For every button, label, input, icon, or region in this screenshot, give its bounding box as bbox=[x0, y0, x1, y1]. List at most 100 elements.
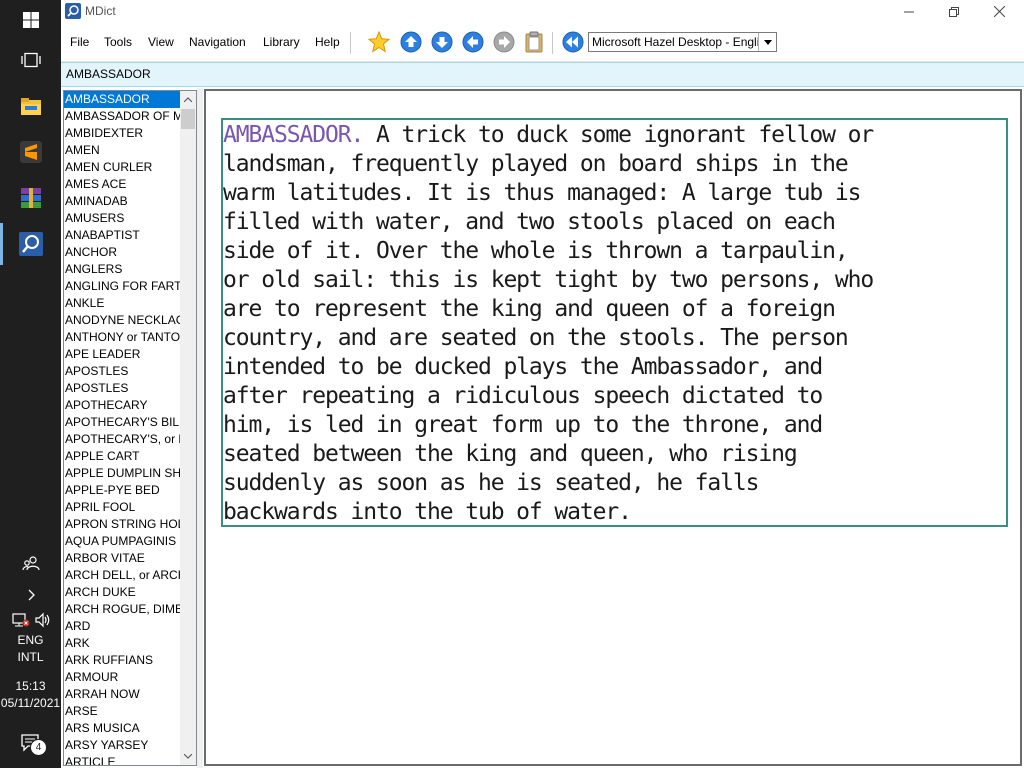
menu-tools[interactable]: Tools bbox=[104, 35, 132, 49]
sublime-text-icon bbox=[19, 141, 42, 163]
arrow-up-icon bbox=[400, 31, 422, 53]
network-icon[interactable] bbox=[12, 612, 30, 628]
word-list-item[interactable]: ARCH DUKE bbox=[64, 584, 180, 601]
chevron-down-icon bbox=[184, 754, 192, 759]
word-list-item[interactable]: ARS MUSICA bbox=[64, 720, 180, 737]
word-list-item[interactable]: AMEN bbox=[64, 142, 180, 159]
scroll-down-button[interactable] bbox=[180, 748, 196, 765]
word-list-item[interactable]: AMBASSADOR OF MOROCCO bbox=[64, 108, 180, 125]
definition-text: AMBASSADOR. A trick to duck some ignoran… bbox=[223, 120, 1006, 527]
word-list-item[interactable]: ANKLE bbox=[64, 295, 180, 312]
word-list-item[interactable]: APRIL FOOL bbox=[64, 499, 180, 516]
chevron-up-icon bbox=[184, 97, 192, 102]
taskbar-mdict[interactable] bbox=[0, 223, 61, 265]
word-list-item[interactable]: ARRAH NOW bbox=[64, 686, 180, 703]
language-code: ENG bbox=[17, 633, 44, 647]
menu-help[interactable]: Help bbox=[315, 35, 340, 49]
show-hidden-icons-button[interactable] bbox=[0, 585, 61, 605]
word-list-item[interactable]: APOSTLES bbox=[64, 380, 180, 397]
search-bar bbox=[61, 62, 1024, 87]
arrow-down-icon bbox=[431, 31, 453, 53]
word-list-item[interactable]: AMUSERS bbox=[64, 210, 180, 227]
maximize-button[interactable] bbox=[931, 0, 977, 23]
scroll-thumb[interactable] bbox=[181, 109, 195, 129]
back-button[interactable] bbox=[462, 31, 484, 53]
word-list-item[interactable]: ARMOUR bbox=[64, 669, 180, 686]
word-list-item[interactable]: ARK RUFFIANS bbox=[64, 652, 180, 669]
word-list-item[interactable]: ARCH DELL, or ARCH DOXY bbox=[64, 567, 180, 584]
action-center-button[interactable]: 4 bbox=[0, 726, 61, 760]
scroll-up-button[interactable] bbox=[180, 91, 196, 108]
menu-file[interactable]: File bbox=[70, 35, 89, 49]
word-list-item[interactable]: AMES ACE bbox=[64, 176, 180, 193]
word-list-item[interactable]: ARSY YARSEY bbox=[64, 737, 180, 754]
word-list-item[interactable]: ANCHOR bbox=[64, 244, 180, 261]
menu-library[interactable]: Library bbox=[263, 35, 300, 49]
menu-view[interactable]: View bbox=[148, 35, 174, 49]
word-list-items: AMBASSADORAMBASSADOR OF MOROCCOAMBIDEXTE… bbox=[64, 91, 180, 765]
word-list-item[interactable]: AMBASSADOR bbox=[64, 91, 180, 108]
word-list-item[interactable]: APOTHECARY'S BILL bbox=[64, 414, 180, 431]
word-list-item[interactable]: ANGLERS bbox=[64, 261, 180, 278]
folder-icon bbox=[20, 98, 41, 115]
minimize-button[interactable] bbox=[886, 0, 932, 23]
word-list-item[interactable]: ARBOR VITAE bbox=[64, 550, 180, 567]
winrar-icon bbox=[20, 188, 41, 208]
minimize-icon bbox=[904, 11, 914, 12]
menu-toolbar: File Tools View Navigation Library Help bbox=[61, 23, 1024, 62]
word-list-item[interactable]: ANGLING FOR FARTHINGS bbox=[64, 278, 180, 295]
word-list-item[interactable]: APOSTLES bbox=[64, 363, 180, 380]
word-list-item[interactable]: ANODYNE NECKLACE bbox=[64, 312, 180, 329]
task-view-button[interactable] bbox=[0, 40, 61, 80]
window-title: MDict bbox=[85, 4, 116, 18]
word-list-item[interactable]: APPLE-PYE BED bbox=[64, 482, 180, 499]
close-icon bbox=[993, 6, 1005, 17]
favorite-button[interactable] bbox=[368, 31, 390, 53]
word-list-item[interactable]: APRON STRING HOLD bbox=[64, 516, 180, 533]
word-list-item[interactable]: ARSE bbox=[64, 703, 180, 720]
pane-splitter[interactable] bbox=[197, 88, 203, 768]
search-input[interactable] bbox=[66, 67, 966, 81]
word-list[interactable]: AMBASSADORAMBASSADOR OF MOROCCOAMBIDEXTE… bbox=[63, 90, 197, 766]
word-list-item[interactable]: ARTICLE bbox=[64, 754, 180, 765]
word-list-item[interactable]: APPLE CART bbox=[64, 448, 180, 465]
forward-button[interactable] bbox=[493, 31, 515, 53]
clock-time: 15:13 bbox=[15, 679, 46, 693]
word-list-item[interactable]: ANTHONY or TANTONY PIG bbox=[64, 329, 180, 346]
word-list-item[interactable]: AMEN CURLER bbox=[64, 159, 180, 176]
start-button[interactable] bbox=[0, 0, 61, 40]
chevron-down-icon bbox=[763, 39, 772, 45]
dictionary-select[interactable]: Microsoft Hazel Desktop - English bbox=[588, 32, 777, 52]
clipboard-icon bbox=[525, 31, 543, 53]
dropdown-button[interactable] bbox=[758, 33, 776, 51]
previous-entry-button[interactable] bbox=[400, 31, 422, 53]
volume-icon[interactable] bbox=[34, 612, 52, 628]
word-list-item[interactable]: APPLE DUMPLIN SHOP bbox=[64, 465, 180, 482]
word-list-scrollbar[interactable] bbox=[180, 91, 196, 765]
app-icon bbox=[65, 3, 81, 19]
word-list-item[interactable]: ARD bbox=[64, 618, 180, 635]
people-button[interactable] bbox=[0, 550, 61, 576]
definition-headword[interactable]: AMBASSADOR. bbox=[223, 122, 364, 148]
word-list-item[interactable]: AQUA PUMPAGINIS bbox=[64, 533, 180, 550]
word-list-item[interactable]: ARCH ROGUE, DIMBER DAMBER bbox=[64, 601, 180, 618]
clock[interactable]: 15:13 05/11/2021 bbox=[0, 678, 61, 712]
taskbar-winrar[interactable] bbox=[0, 177, 61, 219]
title-bar[interactable]: MDict bbox=[61, 0, 1024, 23]
paste-button[interactable] bbox=[523, 31, 545, 53]
word-list-item[interactable]: ANABAPTIST bbox=[64, 227, 180, 244]
word-list-item[interactable]: ARK bbox=[64, 635, 180, 652]
language-indicator[interactable]: ENG INTL bbox=[0, 632, 61, 666]
word-list-item[interactable]: APOTHECARY bbox=[64, 397, 180, 414]
close-button[interactable] bbox=[976, 0, 1022, 23]
taskbar-sublime-text[interactable] bbox=[0, 131, 61, 173]
word-list-item[interactable]: APE LEADER bbox=[64, 346, 180, 363]
word-list-item[interactable]: AMINADAB bbox=[64, 193, 180, 210]
mdict-icon bbox=[18, 232, 43, 256]
next-entry-button[interactable] bbox=[431, 31, 453, 53]
dictionary-nav-button[interactable] bbox=[562, 31, 584, 53]
taskbar-file-explorer[interactable] bbox=[0, 86, 61, 128]
word-list-item[interactable]: AMBIDEXTER bbox=[64, 125, 180, 142]
menu-navigation[interactable]: Navigation bbox=[189, 35, 246, 49]
word-list-item[interactable]: APOTHECARY'S, or LAW LATIN bbox=[64, 431, 180, 448]
